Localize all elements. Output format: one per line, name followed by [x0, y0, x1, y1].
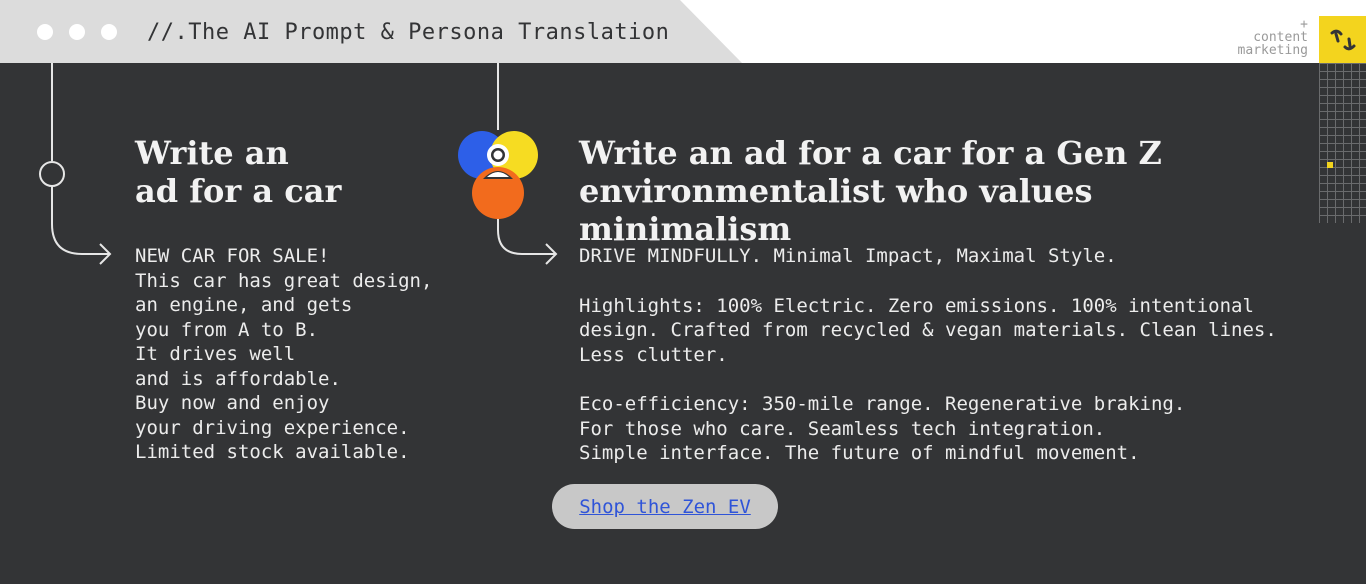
- connector-arrow-right: [497, 218, 556, 255]
- arrow-head-icon: [99, 243, 112, 265]
- shop-button[interactable]: Shop the Zen EV: [552, 484, 778, 529]
- brand-mark-icon: [1319, 16, 1366, 63]
- window-dot-icon[interactable]: [69, 24, 85, 40]
- top-bar: //.The AI Prompt & Persona Translation +…: [0, 0, 1366, 63]
- page-title: //.The AI Prompt & Persona Translation: [147, 20, 670, 45]
- brand-label: + content marketing: [1238, 18, 1308, 57]
- ad-line: your driving experience.: [135, 416, 410, 439]
- persona-ad-copy: DRIVE MINDFULLY. Minimal Impact, Maximal…: [579, 244, 1299, 491]
- window-dot-icon[interactable]: [37, 24, 53, 40]
- brand-line-marketing: marketing: [1237, 43, 1308, 58]
- ad-line: NEW CAR FOR SALE!: [135, 245, 330, 267]
- right-heading: Write an ad for a car for a Gen Z enviro…: [579, 134, 1162, 248]
- ad-paragraph-tagline: DRIVE MINDFULLY. Minimal Impact, Maximal…: [579, 245, 1117, 267]
- ad-paragraph-efficiency: Eco-efficiency: 350-mile range. Regenera…: [579, 393, 1186, 464]
- ad-line: This car has great design,: [135, 269, 433, 292]
- grid-marker: [1327, 162, 1333, 168]
- flow-node-icon: [39, 161, 65, 187]
- window-tab: //.The AI Prompt & Persona Translation: [0, 0, 742, 63]
- generic-ad-copy: NEW CAR FOR SALE! This car has great des…: [135, 244, 455, 465]
- ad-line: and is affordable.: [135, 367, 341, 390]
- ad-line: Limited stock available.: [135, 441, 410, 463]
- ad-paragraph-highlights: Highlights: 100% Electric. Zero emission…: [579, 294, 1277, 366]
- ad-line: you from A to B.: [135, 318, 319, 341]
- left-heading: Write an ad for a car: [135, 134, 342, 210]
- ad-line: Buy now and enjoy: [135, 392, 330, 414]
- arrow-head-icon: [545, 243, 558, 265]
- ad-line: an engine, and gets: [135, 294, 353, 316]
- decorative-grid: [1319, 63, 1366, 223]
- persona-icon: [458, 131, 538, 219]
- connector-arrow-left: [51, 186, 110, 255]
- ad-line: It drives well: [135, 343, 296, 365]
- window-dot-icon[interactable]: [101, 24, 117, 40]
